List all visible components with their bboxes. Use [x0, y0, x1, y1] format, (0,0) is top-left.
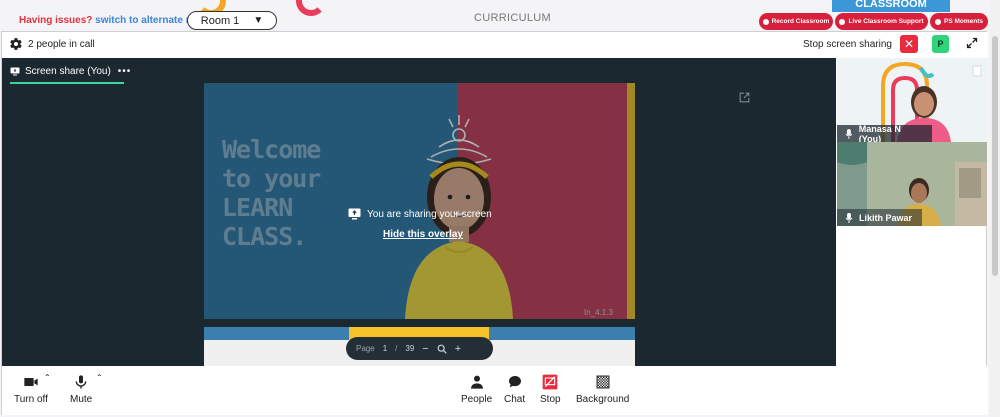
microphone-icon	[845, 212, 853, 223]
person-icon	[470, 375, 483, 389]
people-count: 2 people in call	[28, 39, 95, 50]
participant-tile[interactable]: Manasa N (You)	[837, 58, 987, 142]
gear-icon[interactable]	[9, 37, 23, 51]
record-classroom-button[interactable]: Record Classroom	[759, 13, 833, 30]
stop-share-icon	[542, 374, 558, 390]
camera-options-chevron-icon[interactable]: ⌃	[44, 373, 51, 382]
stage-tab-screen-share[interactable]: Screen share (You) •••	[10, 66, 131, 77]
ps-moments-label: PS Moments	[943, 18, 983, 25]
mic-options-chevron-icon[interactable]: ⌃	[96, 373, 103, 382]
screen-share-stage: Screen share (You) ••• Welcome to your L…	[2, 58, 836, 366]
record-icon	[762, 18, 769, 25]
stop-sharing-close-button[interactable]: ✕	[900, 35, 918, 53]
fullscreen-icon[interactable]	[966, 37, 978, 49]
curriculum-link[interactable]: CURRICULUM	[474, 12, 551, 24]
microphone-icon	[845, 128, 853, 139]
background-label: Background	[576, 394, 630, 405]
sharing-overlay	[204, 83, 635, 319]
issues-notice: Having issues? switch to alternate room	[19, 15, 211, 26]
dropdown-arrow-icon: ▼	[253, 15, 264, 26]
stage-tab-label: Screen share (You)	[25, 66, 111, 77]
background-icon	[596, 375, 610, 389]
mute-label: Mute	[70, 394, 93, 405]
present-icon	[348, 208, 361, 220]
sharing-message: You are sharing your screen	[348, 208, 492, 220]
page-scrollbar[interactable]	[990, 0, 1000, 417]
ps-moments-icon	[934, 18, 941, 25]
zoom-icon[interactable]	[437, 344, 447, 354]
participant-tile[interactable]: Likith Pawar	[837, 142, 987, 226]
call-header: 2 people in call Stop screen sharing ✕ P	[2, 32, 988, 58]
active-tab-indicator	[10, 82, 124, 84]
hide-overlay-link[interactable]: Hide this overlay	[383, 229, 463, 240]
sharing-message-text: You are sharing your screen	[367, 208, 492, 220]
people-button[interactable]: People	[461, 374, 492, 405]
page-separator: /	[395, 344, 398, 353]
stop-share-button[interactable]: Stop	[540, 374, 561, 405]
top-bar: CLASSROOM Having issues? switch to alter…	[0, 0, 990, 31]
microphone-icon	[75, 375, 87, 389]
chat-label: Chat	[504, 394, 526, 405]
zoom-out-button[interactable]: −	[422, 343, 428, 355]
decorative-arc	[296, 0, 326, 16]
live-support-label: Live Classroom Support	[848, 18, 924, 25]
call-window: 2 people in call Stop screen sharing ✕ P…	[1, 31, 988, 416]
participant-name: Manasa N (You)	[858, 123, 901, 143]
scrollbar-thumb[interactable]	[992, 36, 998, 276]
participant-name: Likith Pawar	[859, 212, 913, 223]
mute-button[interactable]: Mute	[70, 374, 92, 405]
background-button[interactable]: Background	[576, 374, 629, 405]
room-select[interactable]: Room 1 ▼	[187, 11, 277, 30]
camera-button[interactable]: Turn off	[14, 374, 48, 405]
avatar[interactable]: P	[932, 35, 949, 53]
popout-icon[interactable]	[738, 91, 751, 104]
more-options-icon[interactable]: •••	[118, 66, 132, 77]
page-controls: Page 1 / 39 − +	[346, 337, 493, 360]
page-total: 39	[405, 344, 415, 353]
ps-moments-button[interactable]: PS Moments	[930, 13, 988, 30]
chat-icon	[508, 376, 521, 388]
page: CLASSROOM Having issues? switch to alter…	[0, 0, 1000, 417]
stop-screen-sharing-label: Stop screen sharing	[803, 39, 892, 50]
participant-label: Likith Pawar	[837, 209, 922, 226]
live-support-button[interactable]: Live Classroom Support	[835, 13, 928, 30]
classroom-tab: CLASSROOM	[832, 0, 950, 12]
participant-label: Manasa N (You)	[837, 123, 932, 143]
page-label: Page	[356, 344, 375, 353]
zoom-in-button[interactable]: +	[455, 343, 461, 355]
screen-share-icon	[10, 67, 20, 76]
people-label: People	[461, 394, 493, 405]
stop-label: Stop	[540, 394, 561, 405]
chat-button[interactable]: Chat	[504, 374, 525, 405]
record-classroom-label: Record Classroom	[771, 18, 830, 25]
room-select-value: Room 1	[200, 14, 240, 27]
page-current[interactable]: 1	[383, 344, 387, 353]
camera-label: Turn off	[14, 394, 48, 405]
controls-bar: Turn off ⌃ Mute ⌃ People Chat Stop Backg…	[2, 366, 988, 416]
support-icon	[839, 18, 846, 25]
video-camera-icon	[24, 378, 38, 386]
issues-text: Having issues?	[19, 15, 93, 26]
